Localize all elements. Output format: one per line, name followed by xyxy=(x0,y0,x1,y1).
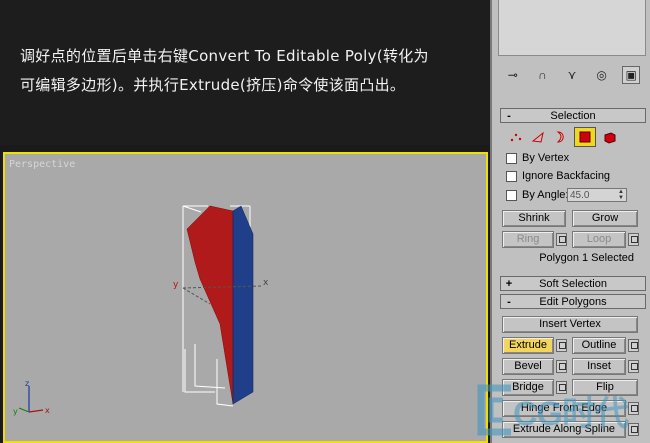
extrude-button[interactable]: Extrude xyxy=(502,337,554,354)
selection-collapse-sign: - xyxy=(507,109,511,122)
tripod-x-label: x xyxy=(45,406,50,415)
loop-button[interactable]: Loop xyxy=(572,231,626,248)
ignore-backfacing-label: Ignore Backfacing xyxy=(522,170,611,182)
perspective-viewport[interactable]: Perspective y x z x y xyxy=(3,152,488,443)
ignore-backfacing-option[interactable]: Ignore Backfacing xyxy=(506,170,610,182)
gizmo-y-label: y xyxy=(173,280,179,290)
command-panel-tabs: ⊸ ∩ ⋎ ◎ ▣ xyxy=(494,62,650,88)
inset-settings-button[interactable] xyxy=(628,360,639,373)
bevel-button[interactable]: Bevel xyxy=(502,358,554,375)
ring-settings-spinner[interactable] xyxy=(556,233,567,246)
angle-spinner-arrows-icon[interactable]: ▲ ▼ xyxy=(618,189,626,201)
caption-line-2: 可编辑多边形)。并执行Extrude(挤压)命令使该面凸出。 xyxy=(20,76,406,94)
cg-watermark: CG时代 xyxy=(471,380,650,443)
element-subobject-icon[interactable] xyxy=(602,129,618,145)
viewport-scene: y x z x y xyxy=(13,205,269,416)
hierarchy-icon[interactable]: ⋎ xyxy=(563,66,581,84)
inset-button[interactable]: Inset xyxy=(572,358,626,375)
border-subobject-icon[interactable] xyxy=(552,129,568,145)
selection-rollout-header[interactable]: - Selection xyxy=(500,108,646,123)
insert-vertex-button[interactable]: Insert Vertex xyxy=(502,316,638,333)
edit-polygons-rollout-header[interactable]: - Edit Polygons xyxy=(500,294,646,309)
panel-top-area xyxy=(498,0,646,56)
grow-button[interactable]: Grow xyxy=(572,210,638,227)
extruded-polygon-red-face xyxy=(186,205,234,405)
ignore-backfacing-checkbox[interactable] xyxy=(506,170,517,182)
soft-selection-expand-sign: + xyxy=(505,277,513,290)
edit-polygons-title: Edit Polygons xyxy=(539,295,607,308)
motion-icon[interactable]: ◎ xyxy=(593,66,611,84)
by-angle-label: By Angle: xyxy=(522,189,569,201)
command-panel: ⊸ ∩ ⋎ ◎ ▣ - Selection By Vertex Ignore B… xyxy=(490,0,650,443)
tutorial-caption: 调好点的位置后单击右键Convert To Editable Poly(转化为 … xyxy=(0,0,490,145)
watermark-text: CG时代 xyxy=(513,395,629,433)
tripod-y-label: y xyxy=(13,407,18,416)
selection-rollout-title: Selection xyxy=(550,109,596,122)
soft-selection-title: Soft Selection xyxy=(539,277,607,290)
soft-selection-rollout-header[interactable]: + Soft Selection xyxy=(500,276,646,291)
gizmo-x-label: x xyxy=(263,278,269,288)
modify-icon[interactable]: ∩ xyxy=(533,66,551,84)
by-vertex-checkbox[interactable] xyxy=(506,152,517,164)
subobject-level-bar xyxy=(502,127,642,147)
by-vertex-label: By Vertex xyxy=(522,152,570,164)
extrude-settings-button[interactable] xyxy=(556,339,567,352)
create-pin-icon[interactable]: ⊸ xyxy=(504,66,522,84)
edit-polygons-collapse-sign: - xyxy=(507,295,511,308)
extruded-polygon-blue-face xyxy=(232,205,254,405)
by-vertex-option[interactable]: By Vertex xyxy=(506,152,569,164)
outline-button[interactable]: Outline xyxy=(572,337,626,354)
display-icon[interactable]: ▣ xyxy=(622,66,641,84)
tripod-z-label: z xyxy=(25,379,29,388)
polygon-subobject-icon[interactable] xyxy=(574,127,596,147)
ring-button[interactable]: Ring xyxy=(502,231,554,248)
by-angle-option[interactable]: By Angle: xyxy=(506,189,568,201)
vertex-subobject-icon[interactable] xyxy=(508,129,524,145)
outline-settings-button[interactable] xyxy=(628,339,639,352)
bevel-settings-button[interactable] xyxy=(556,360,567,373)
by-angle-checkbox[interactable] xyxy=(506,189,517,201)
caption-line-1: 调好点的位置后单击右键Convert To Editable Poly(转化为 xyxy=(20,47,429,65)
edge-subobject-icon[interactable] xyxy=(530,129,546,145)
shrink-button[interactable]: Shrink xyxy=(502,210,566,227)
axis-tripod: z x y xyxy=(13,379,50,416)
loop-settings-spinner[interactable] xyxy=(628,233,639,246)
selection-status: Polygon 1 Selected xyxy=(539,252,634,264)
